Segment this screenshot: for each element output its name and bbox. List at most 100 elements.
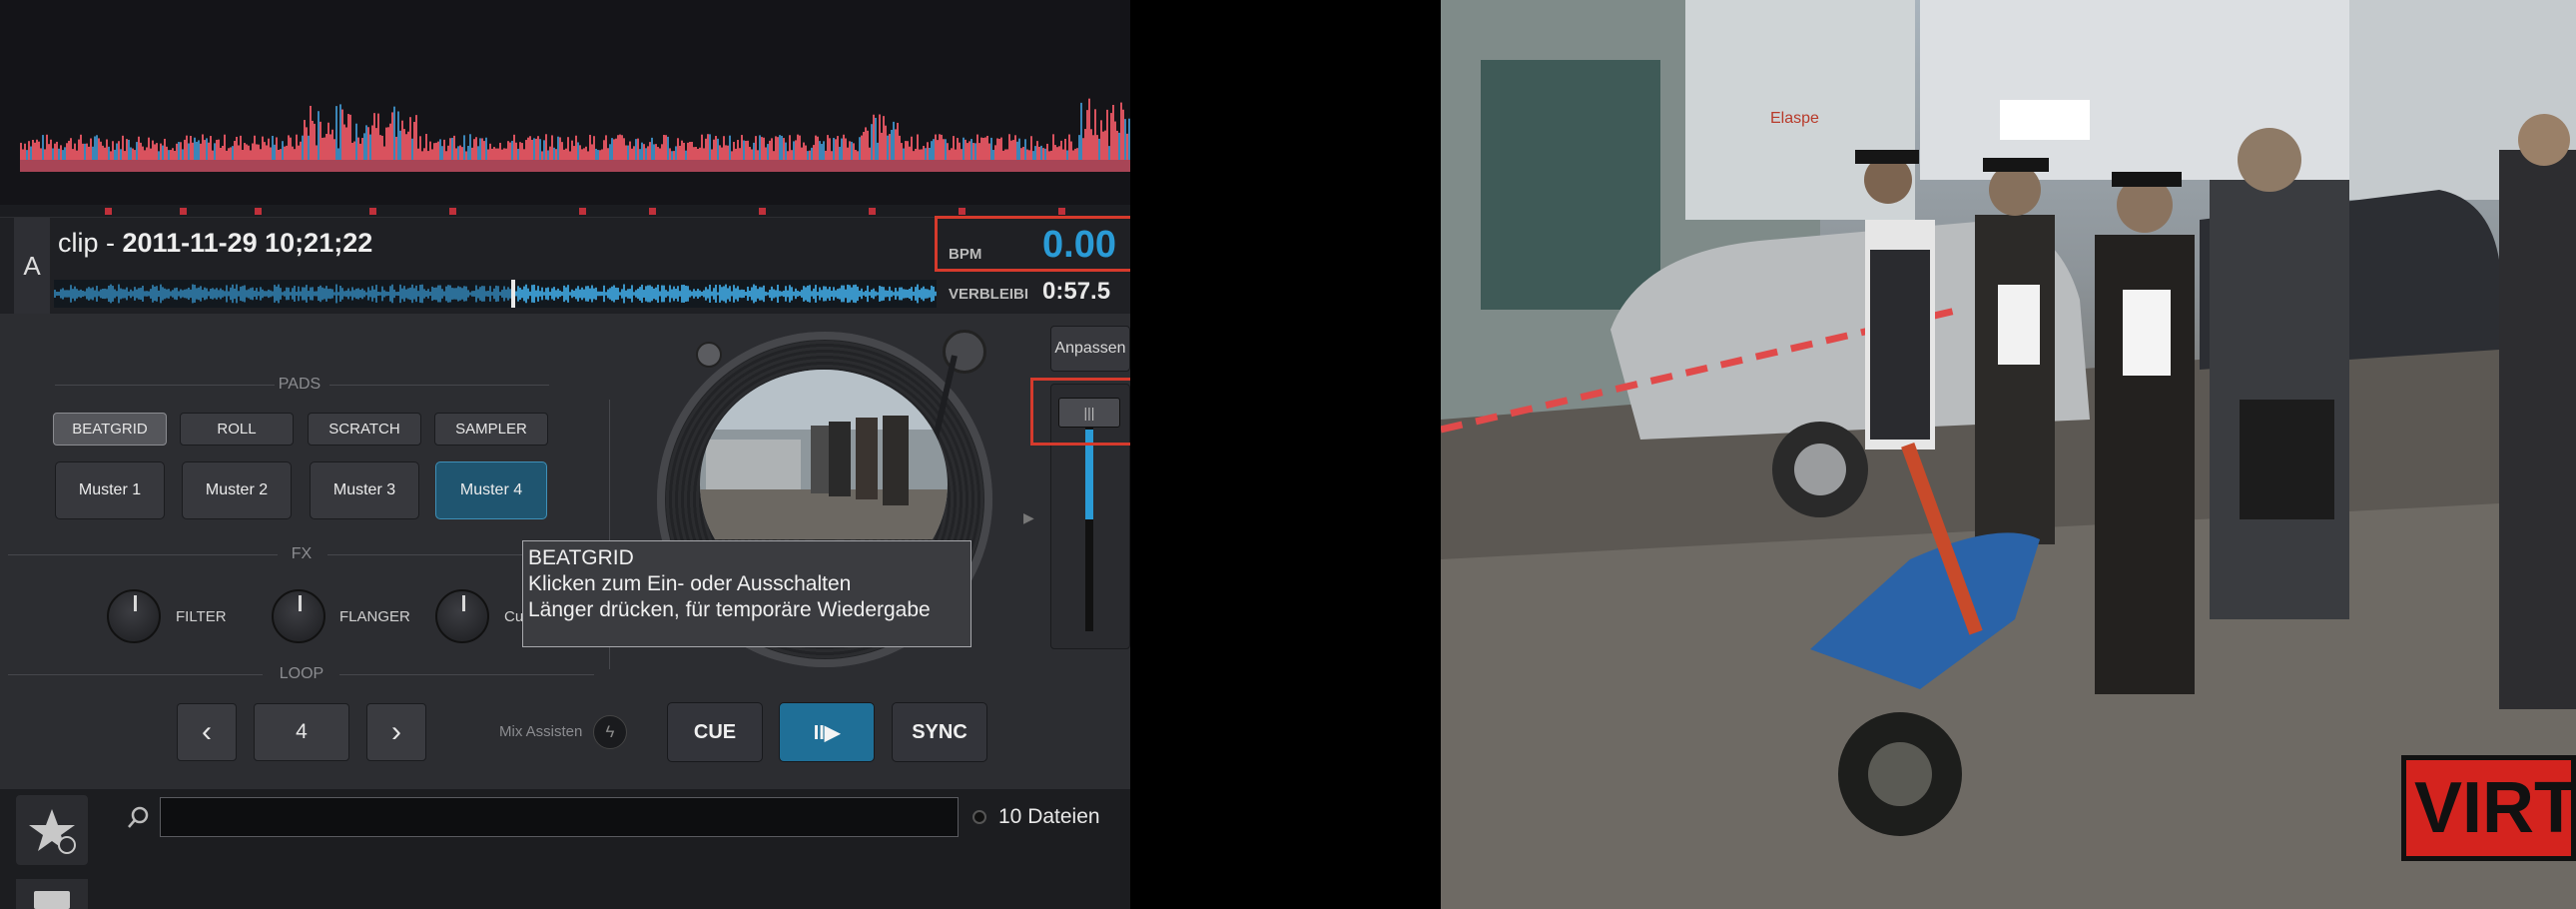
mini-waveform-bar bbox=[318, 286, 320, 302]
mini-waveform-bar bbox=[575, 288, 577, 300]
divider bbox=[8, 674, 263, 675]
mini-waveform-bar bbox=[707, 289, 709, 299]
mini-waveform-bar bbox=[911, 287, 913, 301]
mini-waveform-bar bbox=[785, 286, 787, 302]
mini-waveform-bar bbox=[463, 286, 465, 302]
mini-waveform-bar bbox=[116, 291, 118, 297]
mini-waveform-bar bbox=[343, 291, 345, 297]
mini-waveform-bar bbox=[619, 292, 621, 296]
mini-waveform-bar bbox=[795, 288, 797, 300]
mode-roll-button[interactable]: ROLL bbox=[180, 413, 294, 446]
mini-waveform-bar bbox=[769, 289, 771, 299]
mini-waveform-bar bbox=[258, 291, 260, 297]
mini-waveform-bar bbox=[158, 290, 160, 298]
mode-sampler-button[interactable]: SAMPLER bbox=[434, 413, 548, 446]
mini-waveform-bar bbox=[537, 286, 539, 302]
mini-waveform-bar bbox=[621, 289, 623, 299]
mini-waveform-bar bbox=[122, 289, 124, 299]
mini-waveform-bar bbox=[314, 291, 316, 297]
loop-size[interactable]: 4 bbox=[254, 703, 349, 761]
mini-waveform-bar bbox=[278, 284, 280, 304]
mini-waveform-bar bbox=[791, 287, 793, 301]
mini-waveform-bar bbox=[399, 284, 401, 304]
mini-waveform-bar bbox=[739, 290, 741, 298]
mode-beatgrid-button[interactable]: BEATGRID bbox=[53, 413, 167, 446]
sync-button[interactable]: SYNC bbox=[892, 702, 987, 762]
lightning-icon[interactable]: ϟ bbox=[593, 715, 627, 749]
adjust-button[interactable]: Anpassen bbox=[1050, 326, 1130, 372]
folders-tab[interactable] bbox=[16, 879, 88, 909]
mini-waveform-bar bbox=[367, 287, 369, 301]
pad-muster-3[interactable]: Muster 3 bbox=[310, 461, 419, 519]
mini-waveform-bar bbox=[881, 286, 883, 302]
mini-waveform-bar bbox=[449, 285, 451, 303]
cue-button[interactable]: CUE bbox=[667, 702, 763, 762]
mini-waveform-bar bbox=[723, 286, 725, 302]
pad-muster-2[interactable]: Muster 2 bbox=[182, 461, 292, 519]
mini-waveform-bar bbox=[517, 286, 519, 302]
mini-waveform-bar bbox=[64, 290, 66, 298]
mini-waveform-bar bbox=[327, 289, 329, 299]
mini-waveform-bar bbox=[585, 286, 587, 302]
play-pause-button[interactable]: II▶ bbox=[779, 702, 875, 762]
mini-waveform-bar bbox=[262, 289, 264, 299]
mini-waveform-bar bbox=[907, 289, 909, 299]
mini-waveform-bar bbox=[292, 288, 294, 300]
deck-letter[interactable]: A bbox=[14, 218, 50, 314]
mini-waveform-bar bbox=[863, 292, 865, 296]
overview-waveform[interactable] bbox=[0, 0, 1130, 205]
mini-waveform-bar bbox=[409, 287, 411, 301]
mini-waveform-bar bbox=[719, 285, 721, 303]
mini-waveform-bar bbox=[110, 284, 112, 304]
mini-waveform-bar bbox=[385, 291, 387, 297]
cue-marker bbox=[959, 208, 966, 215]
mini-waveform-bar bbox=[615, 287, 617, 301]
mini-waveform-bar bbox=[407, 288, 409, 300]
mini-waveform-bar bbox=[873, 288, 875, 300]
mini-waveform-bar bbox=[78, 290, 80, 298]
mini-waveform-bar bbox=[302, 287, 304, 301]
filter-knob[interactable] bbox=[107, 589, 161, 643]
mini-waveform-bar bbox=[174, 288, 176, 300]
pad-muster-4[interactable]: Muster 4 bbox=[435, 461, 547, 519]
mini-waveform-bar bbox=[845, 289, 847, 299]
deck-settings-icon[interactable] bbox=[696, 342, 722, 368]
remaining-time[interactable]: 0:57.5 bbox=[1042, 278, 1110, 306]
filter-label: FILTER bbox=[176, 608, 227, 625]
mini-waveform-bar bbox=[677, 286, 679, 302]
mini-waveform-bar bbox=[210, 288, 212, 300]
mini-waveform-bar bbox=[623, 284, 625, 304]
mini-waveform-bar bbox=[837, 289, 839, 299]
mini-waveform-bar bbox=[665, 290, 667, 298]
mini-waveform-bar bbox=[198, 287, 200, 301]
mini-waveform-bar bbox=[112, 286, 114, 302]
pad-muster-1[interactable]: Muster 1 bbox=[55, 461, 165, 519]
mini-waveform-bar bbox=[581, 287, 583, 301]
mini-waveform-bar bbox=[573, 290, 575, 298]
mini-waveform-bar bbox=[579, 289, 581, 299]
mini-waveform-bar bbox=[146, 291, 148, 297]
mini-waveform-bar bbox=[899, 287, 901, 301]
mini-waveform-bar bbox=[721, 287, 723, 301]
mini-waveform-bar bbox=[715, 285, 717, 303]
mini-waveform-bar bbox=[713, 288, 715, 300]
mode-scratch-button[interactable]: SCRATCH bbox=[308, 413, 421, 446]
track-waveform[interactable] bbox=[54, 280, 937, 308]
flanger-knob[interactable] bbox=[272, 589, 325, 643]
mini-waveform-bar bbox=[657, 284, 659, 304]
mini-waveform-bar bbox=[212, 288, 214, 300]
loop-next-button[interactable]: › bbox=[366, 703, 426, 761]
mini-waveform-bar bbox=[375, 285, 377, 303]
mini-waveform-bar bbox=[230, 287, 232, 301]
favorites-tab[interactable] bbox=[16, 795, 88, 865]
loop-prev-button[interactable]: ‹ bbox=[177, 703, 237, 761]
mini-waveform-bar bbox=[833, 287, 835, 301]
search-input[interactable] bbox=[160, 797, 959, 837]
mini-waveform-bar bbox=[515, 291, 517, 297]
cut-knob[interactable] bbox=[435, 589, 489, 643]
mini-waveform-bar bbox=[641, 284, 643, 304]
mini-waveform-bar bbox=[353, 290, 355, 298]
mini-waveform-bar bbox=[100, 289, 102, 299]
mini-waveform-bar bbox=[529, 291, 531, 297]
mini-waveform-bar bbox=[351, 287, 353, 301]
